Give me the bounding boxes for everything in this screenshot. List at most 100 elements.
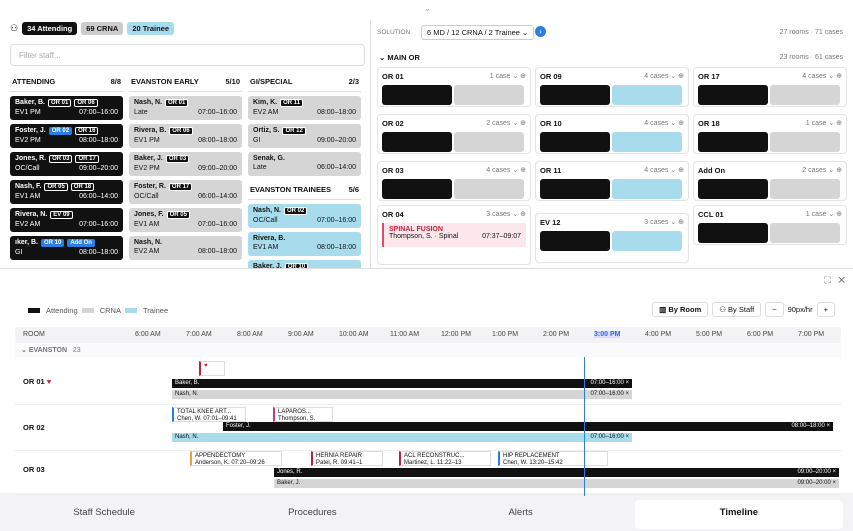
evanston-group[interactable]: ⌄ EVANSTON 23 — [15, 343, 841, 357]
timeline-header: ROOM 6:00 AM 7:00 AM 8:00 AM 9:00 AM 10:00 A… — [15, 327, 841, 343]
staff-chip[interactable] — [454, 85, 525, 105]
staff-card[interactable]: Foster, R. OR 17 OC/Call 06:00–14:00 — [129, 180, 242, 204]
or-cases[interactable]: 1 case ⌄ ⊕ — [490, 72, 526, 81]
expand-icon[interactable]: ⛶ — [824, 275, 830, 285]
solution-select[interactable]: 6 MD / 12 CRNA / 2 Trainee ⌄ — [421, 25, 535, 40]
procedure-block[interactable]: ACL RECONSTRUC... Martinez, L. 11:22–13 — [399, 451, 491, 466]
staff-bar[interactable]: Nash, N. 07:00–16:00 × — [172, 390, 632, 399]
or-cases[interactable]: 1 case ⌄ ⊕ — [806, 119, 842, 128]
zoom-out-button[interactable]: − — [765, 302, 784, 317]
procedure-block[interactable]: HERNIA REPAIR Patel, R. 09:41–1 — [311, 451, 383, 466]
staff-chip[interactable] — [454, 132, 525, 152]
staff-bar[interactable]: Baker, B. 07:00–16:00 × — [172, 379, 632, 388]
staff-card[interactable]: Baker, J. OR 03 EV2 PM 09:00–20:00 — [129, 152, 242, 176]
staff-chip[interactable] — [612, 85, 683, 105]
staff-chip[interactable] — [454, 179, 525, 199]
staff-card[interactable]: Nash, N. EV2 AM 08:00–18:00 — [129, 236, 242, 260]
staff-bar[interactable]: Foster, J. 08:00–18:00 × — [223, 422, 833, 431]
staff-card[interactable]: Ortiz, S. OR 12 GI 09:00–20:00 — [248, 124, 361, 148]
staff-chip[interactable] — [382, 85, 452, 105]
tab-alerts[interactable]: Alerts — [417, 498, 625, 531]
trainee-chip[interactable]: 20 Trainee — [127, 21, 175, 35]
staff-card[interactable]: Nash, N. OR 01 Late 07:00–16:00 — [129, 96, 242, 120]
staff-chip[interactable] — [698, 85, 768, 105]
or-card[interactable]: OR 10 4 cases ⌄ ⊕ — [535, 114, 689, 154]
attending-chip[interactable]: 34 Attending — [22, 21, 78, 35]
staff-bar[interactable]: Nash, N. 07:00–16:00 × — [172, 433, 632, 442]
or-card[interactable]: CCL 01 1 case ⌄ ⊕ — [693, 205, 847, 245]
staff-chip[interactable] — [770, 179, 841, 199]
staff-chip[interactable] — [612, 132, 683, 152]
staff-chip[interactable] — [382, 179, 452, 199]
staff-chip[interactable] — [698, 179, 768, 199]
procedure-block[interactable]: TOTAL KNEE ART... Chen, W. 07:01–09:41 — [172, 407, 246, 422]
or-cases[interactable]: 4 cases ⌄ ⊕ — [802, 72, 842, 81]
or-cases[interactable]: 2 cases ⌄ ⊕ — [486, 119, 526, 128]
go-arrow-icon[interactable]: › — [535, 26, 546, 37]
timeline-row: OR 03 APPENDECTOMY Anderson, K. 07:20–09:… — [15, 451, 841, 495]
staff-chip[interactable] — [540, 132, 610, 152]
staff-chip[interactable] — [698, 223, 768, 243]
staff-chip[interactable] — [382, 132, 452, 152]
or-card[interactable]: EV 12 3 cases ⌄ ⊕ — [535, 213, 689, 263]
or-card[interactable]: OR 11 4 cases ⌄ ⊕ — [535, 161, 689, 201]
staff-chip[interactable] — [770, 132, 841, 152]
staff-bar[interactable]: Baker, J. 09:00–20:00 × — [274, 479, 839, 488]
or-cases[interactable]: 2 cases ⌄ ⊕ — [802, 166, 842, 175]
staff-card[interactable]: Jones, R. OR 03 OR 17 OC/Call 09:00–20:00 — [10, 152, 123, 176]
tab-staff-schedule[interactable]: Staff Schedule — [0, 498, 208, 531]
or-cases[interactable]: 3 cases ⌄ ⊕ — [644, 218, 684, 227]
or-cases[interactable]: 1 case ⌄ ⊕ — [806, 210, 842, 219]
staff-chip[interactable] — [612, 179, 683, 199]
procedure-item[interactable]: SPINAL FUSION Thompson, S. · Spinal 07:37… — [382, 223, 526, 247]
staff-card[interactable]: Rivera, B. OR 06 EV1 PM 08:00–18:00 — [129, 124, 242, 148]
or-card[interactable]: OR 04 3 cases ⌄ ⊕ SPINAL FUSION Thompson, S… — [377, 205, 531, 265]
by-room-button[interactable]: ▥ By Room — [652, 302, 709, 317]
tab-procedures[interactable]: Procedures — [208, 498, 416, 531]
or-card[interactable]: OR 01 1 case ⌄ ⊕ — [377, 67, 531, 107]
staff-card[interactable]: Rivera, N. EV 09 EV2 AM 07:00–16:00 — [10, 208, 123, 232]
staff-chip[interactable] — [612, 231, 683, 251]
or-card[interactable]: OR 09 4 cases ⌄ ⊕ — [535, 67, 689, 107]
or-cases[interactable]: 4 cases ⌄ ⊕ — [486, 166, 526, 175]
staff-chip[interactable] — [770, 223, 841, 243]
or-card[interactable]: Add On 2 cases ⌄ ⊕ — [693, 161, 847, 201]
staff-card[interactable]: Nash, F. OR 05 OR 18 EV1 AM 06:00–14:00 — [10, 180, 123, 204]
staff-chip[interactable] — [540, 179, 610, 199]
collapse-chevron-icon[interactable]: ⌄ — [424, 4, 431, 13]
crna-chip[interactable]: 69 CRNA — [81, 21, 124, 35]
staff-chip[interactable] — [698, 132, 768, 152]
or-card[interactable]: OR 18 1 case ⌄ ⊕ — [693, 114, 847, 154]
procedure-block[interactable]: HIP REPLACEMENT Chen, W. 13:20–15:42 — [498, 451, 608, 466]
or-card[interactable]: OR 17 4 cases ⌄ ⊕ — [693, 67, 847, 107]
hour-label: 6:00 PM — [747, 331, 774, 338]
staff-card[interactable]: Baker, B. OR 01 OR 06 EV1 PM 07:00–16:00 — [10, 96, 123, 120]
staff-bar[interactable]: Jones, R. 09:00–20:00 × — [274, 468, 839, 477]
staff-card[interactable]: Senak, G. Late 06:00–14:00 — [248, 152, 361, 176]
staff-card[interactable]: Nash, N. OR 02 OC/Call 07:00–16:00 — [248, 204, 361, 228]
or-cases[interactable]: 4 cases ⌄ ⊕ — [644, 166, 684, 175]
by-staff-button[interactable]: ⚇ By Staff — [712, 302, 762, 317]
or-card[interactable]: OR 03 4 cases ⌄ ⊕ — [377, 161, 531, 201]
staff-card[interactable]: ıker, B. OR 10 Add On GI 08:00–18:00 — [10, 236, 123, 260]
staff-card[interactable]: Rivera, B. EV1 AM 08:00–18:00 — [248, 232, 361, 256]
or-cases[interactable]: 4 cases ⌄ ⊕ — [644, 72, 684, 81]
staff-card[interactable]: Jones, F. OR 05 EV1 AM 07:00–16:00 — [129, 208, 242, 232]
or-card[interactable]: OR 02 2 cases ⌄ ⊕ — [377, 114, 531, 154]
tab-timeline[interactable]: Timeline — [634, 500, 843, 529]
staff-chip[interactable] — [540, 85, 610, 105]
procedure-block[interactable]: LAPAROS... Thompson, S. — [273, 407, 333, 422]
close-icon[interactable]: ✕ — [838, 275, 845, 285]
main-or-header[interactable]: ⌄ MAIN OR — [379, 53, 420, 62]
or-cases[interactable]: 4 cases ⌄ ⊕ — [644, 119, 684, 128]
zoom-in-button[interactable]: + — [816, 302, 835, 317]
staff-card[interactable]: Foster, J. OR 02 OR 16 EV2 PM 08:00–18:00 — [10, 124, 123, 148]
or-cases[interactable]: 3 cases ⌄ ⊕ — [486, 210, 526, 219]
procedure-block[interactable]: ♥ — [199, 361, 225, 376]
filter-input[interactable]: Filter staff... — [10, 44, 365, 66]
staff-chip[interactable] — [540, 231, 610, 251]
procedure-block[interactable]: APPENDECTOMY Anderson, K. 07:20–09:26 — [190, 451, 282, 466]
hour-label: 10:00 AM — [339, 331, 369, 338]
staff-chip[interactable] — [770, 85, 841, 105]
staff-card[interactable]: Kim, K. OR 11 EV2 AM 08:00–18:00 — [248, 96, 361, 120]
